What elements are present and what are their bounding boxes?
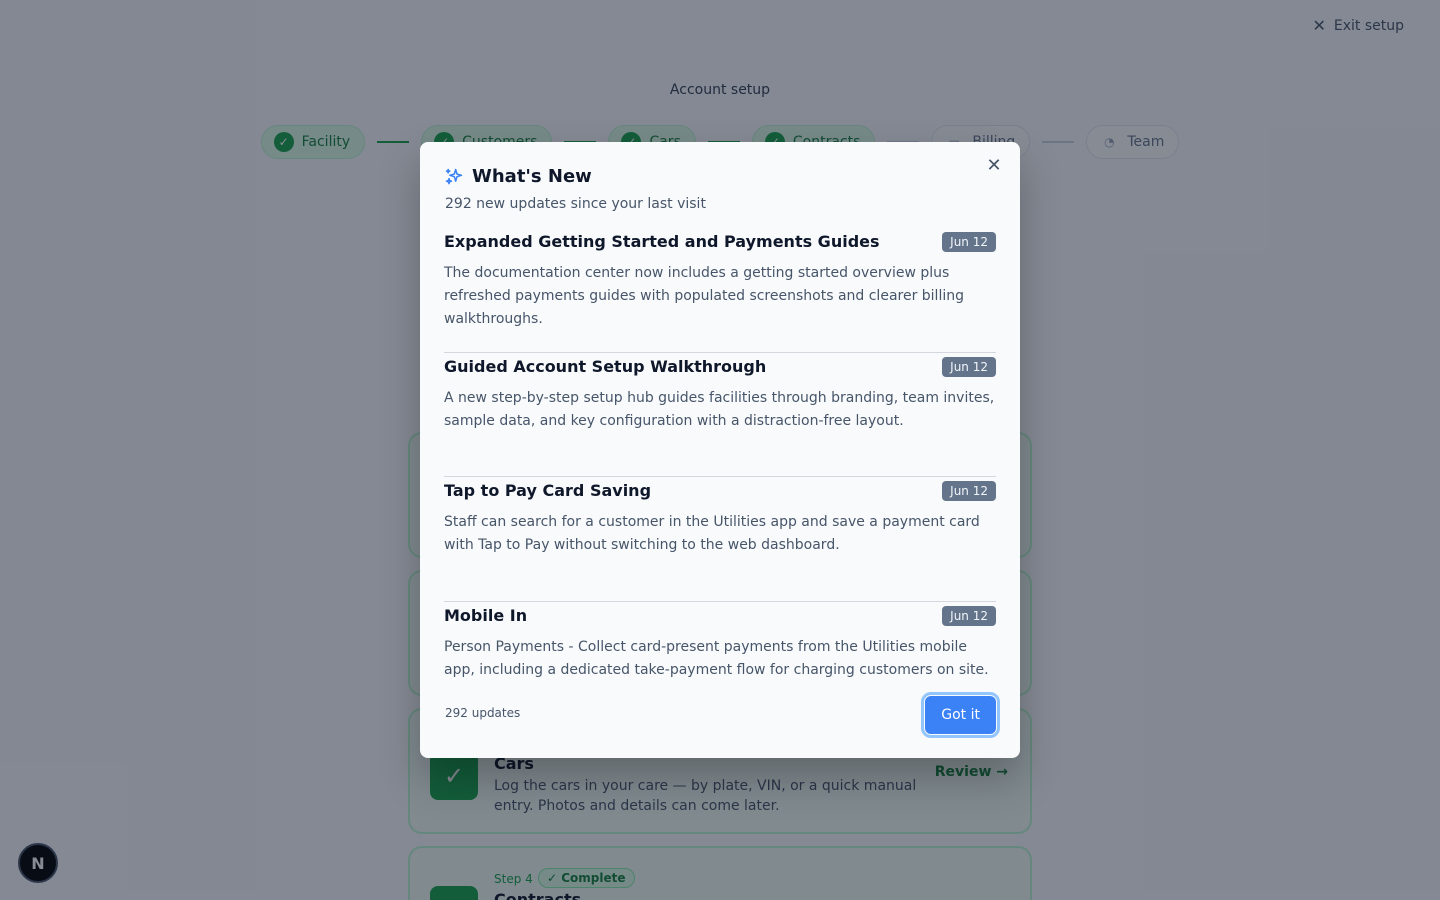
update-count: 292 updates (445, 706, 521, 720)
update-date-badge: Jun 12 (942, 356, 996, 377)
update-title: Guided Account Setup Walkthrough (444, 356, 767, 376)
update-item: Tap to Pay Card Saving Jun 12 Staff can … (444, 477, 996, 602)
whats-new-dialog: ✕ What's New 292 new updates since your … (420, 142, 1020, 758)
update-item: Expanded Getting Started and Payments Gu… (444, 228, 996, 353)
update-item: Guided Account Setup Walkthrough Jun 12 … (444, 353, 996, 477)
close-dialog-button[interactable]: ✕ (984, 156, 1004, 176)
close-icon: ✕ (986, 155, 1002, 176)
update-description: Person Payments - Collect card-present p… (444, 638, 989, 678)
update-title: Expanded Getting Started and Payments Gu… (444, 232, 880, 251)
update-description: The documentation center now includes a … (444, 265, 964, 327)
update-description: Staff can search for a customer in the U… (444, 514, 980, 553)
update-description: A new step-by-step setup hub guides faci… (444, 389, 995, 429)
sparkles-icon (445, 168, 463, 184)
dialog-header: What's New (444, 166, 592, 187)
update-date-badge: Jun 12 (942, 605, 996, 626)
update-title: Tap to Pay Card Saving (444, 481, 652, 500)
got-it-button[interactable]: Got it (921, 692, 1000, 738)
dialog-subtitle: 292 new updates since your last visit (445, 196, 706, 212)
dialog-title: What's New (472, 166, 592, 187)
update-item: Mobile In Jun 12 Person Payments - Colle… (444, 602, 996, 727)
update-date-badge: Jun 12 (942, 232, 996, 252)
update-title: Mobile In (444, 605, 528, 625)
update-date-badge: Jun 12 (942, 481, 996, 501)
update-list: Expanded Getting Started and Payments Gu… (444, 228, 996, 726)
